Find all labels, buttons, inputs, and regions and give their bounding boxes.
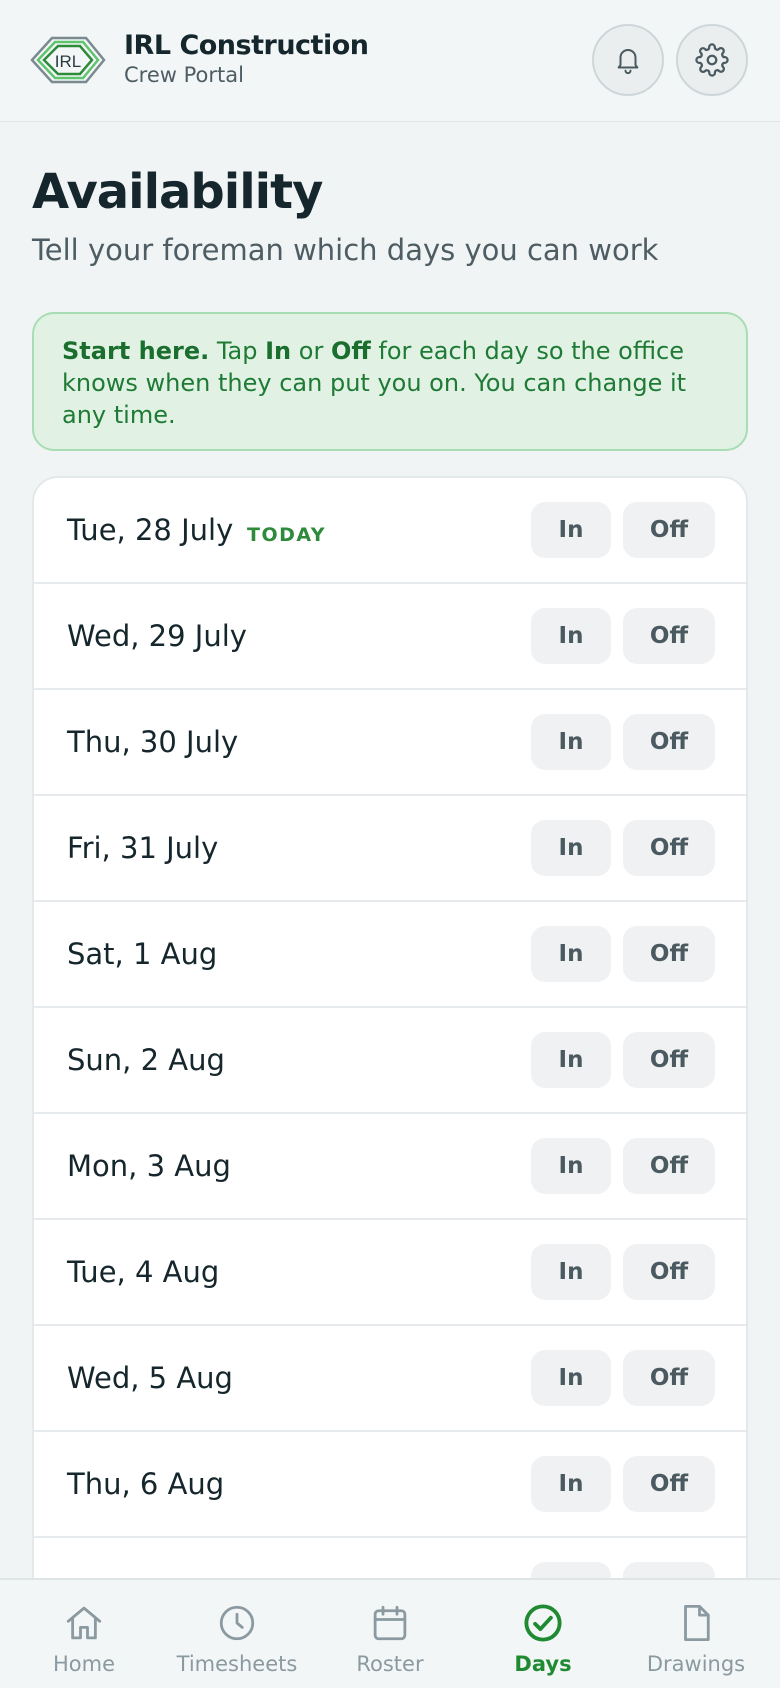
nav-item-days[interactable]: Days (465, 1580, 621, 1688)
in-button[interactable]: In (531, 502, 611, 558)
today-badge: TODAY (247, 524, 327, 546)
company-logo: IRL (30, 36, 106, 84)
calendar-icon (369, 1602, 411, 1648)
in-button[interactable]: In (531, 1350, 611, 1406)
nav-label: Drawings (646, 1652, 746, 1676)
bell-icon (617, 49, 639, 75)
in-button[interactable]: In (531, 926, 611, 982)
nav-label: Roster (356, 1652, 424, 1676)
day-row: Thu, 30 July In Off (34, 690, 746, 796)
day-label: Wed, 29 July (67, 619, 247, 653)
notice-in-word: In (265, 337, 292, 365)
nav-item-roster[interactable]: Roster (312, 1580, 468, 1688)
nav-item-drawings[interactable]: Drawings (618, 1580, 774, 1688)
off-button[interactable]: Off (623, 608, 715, 664)
day-row: Wed, 5 Aug In Off (34, 1326, 746, 1432)
day-label: Thu, 30 July (67, 725, 239, 759)
notice-off-word: Off (330, 337, 371, 365)
off-button[interactable]: Off (623, 1456, 715, 1512)
in-button[interactable]: In (531, 608, 611, 664)
day-row: Sat, 1 Aug In Off (34, 902, 746, 1008)
notice-text: or (291, 337, 331, 365)
day-row: Tue, 28 July TODAY In Off (34, 478, 746, 584)
svg-text:IRL: IRL (55, 52, 81, 71)
day-row: Fri, 31 July In Off (34, 796, 746, 902)
off-button[interactable]: Off (623, 502, 715, 558)
day-row: Mon, 3 Aug In Off (34, 1114, 746, 1220)
settings-button[interactable] (676, 24, 748, 96)
notice-text: Tap (209, 337, 266, 365)
off-button[interactable]: Off (623, 1138, 715, 1194)
day-label: Thu, 6 Aug (67, 1467, 225, 1501)
brand-name: IRL Construction (124, 30, 369, 61)
in-button[interactable]: In (531, 1456, 611, 1512)
nav-item-home[interactable]: Home (6, 1580, 162, 1688)
in-button[interactable]: In (531, 1244, 611, 1300)
day-label: Mon, 3 Aug (67, 1149, 231, 1183)
check-circle-icon (522, 1602, 564, 1648)
off-button[interactable]: Off (623, 1244, 715, 1300)
off-button[interactable]: Off (623, 926, 715, 982)
day-label: Tue, 4 Aug (67, 1255, 220, 1289)
nav-label: Home (52, 1652, 115, 1676)
document-icon (675, 1602, 717, 1648)
bottom-nav: Home Timesheets Roster Days Drawings (0, 1578, 780, 1688)
nav-label: Days (514, 1652, 572, 1676)
home-icon (63, 1602, 105, 1648)
days-list: Tue, 28 July TODAY In Off Wed, 29 July In Off T… (32, 476, 748, 1688)
in-button[interactable]: In (531, 1138, 611, 1194)
off-button[interactable]: Off (623, 820, 715, 876)
brand-subtitle: Crew Portal (124, 63, 244, 87)
day-label: Sun, 2 Aug (67, 1043, 225, 1077)
nav-item-timesheets[interactable]: Timesheets (159, 1580, 315, 1688)
nav-label: Timesheets (176, 1652, 298, 1676)
day-row: Tue, 4 Aug In Off (34, 1220, 746, 1326)
day-label: Wed, 5 Aug (67, 1361, 233, 1395)
notice-lead: Start here. (62, 337, 210, 365)
page-subtitle: Tell your foreman which days you can wor… (32, 233, 659, 267)
off-button[interactable]: Off (623, 1032, 715, 1088)
day-row: Thu, 6 Aug In Off (34, 1432, 746, 1538)
day-label: Fri, 31 July (67, 831, 219, 865)
off-button[interactable]: Off (623, 714, 715, 770)
notifications-button[interactable] (592, 24, 664, 96)
in-button[interactable]: In (531, 1032, 611, 1088)
clock-icon (216, 1602, 258, 1648)
day-row: Wed, 29 July In Off (34, 584, 746, 690)
gear-icon (695, 43, 729, 77)
page-title: Availability (32, 164, 323, 220)
in-button[interactable]: In (531, 820, 611, 876)
app-header: IRL IRL Construction Crew Portal (0, 0, 780, 122)
day-label: Tue, 28 July (67, 513, 234, 547)
start-here-notice: Start here. Tap In or Off for each day s… (32, 312, 748, 451)
off-button[interactable]: Off (623, 1350, 715, 1406)
day-label: Sat, 1 Aug (67, 937, 218, 971)
day-row: Sun, 2 Aug In Off (34, 1008, 746, 1114)
in-button[interactable]: In (531, 714, 611, 770)
